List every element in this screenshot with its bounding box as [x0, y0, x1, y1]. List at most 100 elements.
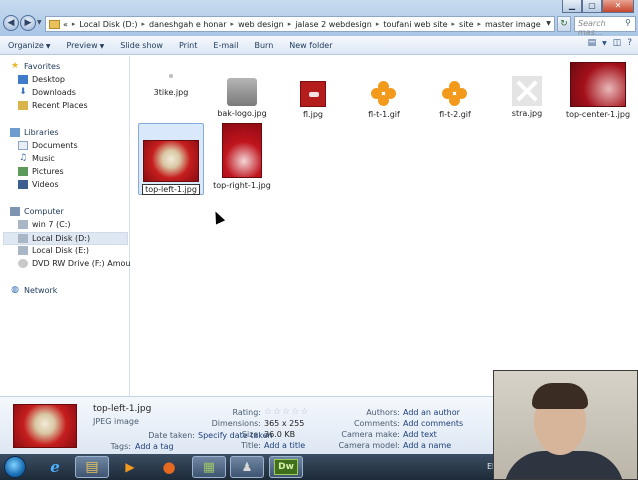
breadcrumb-toufani[interactable]: toufani web site	[383, 20, 447, 29]
star-icon[interactable]: ☆	[300, 407, 308, 417]
breadcrumb-daneshgah[interactable]: daneshgah e honar	[149, 20, 227, 29]
file-thumbnail	[570, 62, 626, 107]
taskbar-windows-explorer[interactable]: ▤	[75, 456, 109, 478]
file-item[interactable]: fl.jpg	[278, 81, 348, 119]
nav-win7-c[interactable]: win 7 (C:)	[18, 220, 71, 229]
drive-icon	[18, 234, 28, 243]
taskbar-app[interactable]: ♟	[230, 456, 264, 478]
tags-label: Tags:	[110, 442, 131, 451]
breadcrumb-jalase[interactable]: jalase 2 webdesign	[295, 20, 372, 29]
file-item[interactable]: bak-logo.jpg	[207, 78, 277, 118]
authors-value[interactable]: Add an author	[403, 408, 460, 417]
folder-icon	[49, 19, 60, 29]
nav-label: win 7 (C:)	[32, 220, 71, 229]
nav-videos[interactable]: Videos	[18, 180, 59, 189]
nav-documents[interactable]: Documents	[18, 141, 78, 150]
file-item-selected[interactable]: top-left-1.jpg	[138, 123, 204, 195]
file-thumbnail	[143, 140, 199, 182]
nav-pictures[interactable]: Pictures	[18, 167, 64, 176]
breadcrumb-overflow[interactable]: «	[63, 20, 68, 29]
start-button[interactable]	[4, 456, 26, 478]
star-icon[interactable]: ☆	[282, 407, 290, 417]
search-icon[interactable]: ⚲	[625, 18, 631, 27]
nav-label: Recent Places	[32, 101, 88, 110]
file-item[interactable]: top-center-1.jpg	[563, 62, 633, 119]
rating-label: Rating:	[232, 408, 262, 417]
breadcrumb-local-disk-d[interactable]: Local Disk (D:)	[79, 20, 137, 29]
breadcrumb-site[interactable]: site	[459, 20, 473, 29]
forward-button[interactable]: ▶	[20, 15, 36, 31]
nav-music[interactable]: ♫ Music	[18, 154, 55, 164]
nav-label: Libraries	[24, 128, 59, 137]
camera-make-label: Camera make:	[341, 430, 400, 439]
breadcrumb-web-design[interactable]: web design	[238, 20, 284, 29]
minimize-button[interactable]: ▁	[562, 0, 582, 13]
nav-local-disk-e[interactable]: Local Disk (E:)	[18, 246, 89, 255]
address-dropdown-icon[interactable]: ▼	[543, 17, 554, 31]
file-item[interactable]: fl-t-2.gif	[420, 81, 490, 119]
nav-recent-places[interactable]: Recent Places	[18, 101, 88, 110]
taskbar-media-player[interactable]: ▶	[113, 456, 147, 478]
taskbar-dreamweaver[interactable]: Dw	[269, 456, 303, 478]
nav-dvd-drive[interactable]: DVD RW Drive (F:) Amouzesh	[18, 259, 149, 268]
view-options-chevron-icon[interactable]: ▼	[602, 38, 607, 50]
close-button[interactable]: ✕	[602, 0, 634, 13]
taskbar-firefox[interactable]: ●	[152, 456, 186, 478]
maximize-button[interactable]: ▢	[582, 0, 602, 13]
organize-button[interactable]: Organize ▼	[0, 41, 58, 50]
details-thumbnail	[13, 404, 77, 448]
camera-make-value[interactable]: Add text	[403, 430, 437, 439]
nav-downloads[interactable]: ⬇ Downloads	[18, 87, 76, 98]
recent-pages-icon[interactable]: ▼	[37, 19, 42, 26]
nav-libraries[interactable]: Libraries	[10, 128, 59, 137]
nav-label: Local Disk (E:)	[32, 246, 89, 255]
nav-label: Computer	[24, 207, 64, 216]
preview-button[interactable]: Preview ▼	[58, 41, 112, 50]
tags-value[interactable]: Add a tag	[135, 442, 174, 451]
dreamweaver-icon: Dw	[274, 459, 298, 475]
documents-icon	[18, 141, 28, 150]
file-item[interactable]: fl-t-1.gif	[349, 81, 419, 119]
address-bar[interactable]: « ▸ Local Disk (D:) ▸ daneshgah e honar …	[45, 16, 555, 32]
file-item[interactable]: top-right-1.jpg	[207, 123, 277, 190]
navigation-pane: ★ Favorites Desktop ⬇ Downloads Recent Pla…	[0, 56, 149, 396]
rename-input[interactable]: top-left-1.jpg	[142, 184, 200, 195]
rating-stars[interactable]: ☆ ☆ ☆ ☆ ☆	[264, 407, 308, 417]
back-button[interactable]: ◀	[3, 15, 19, 31]
camera-model-label: Camera model:	[338, 441, 400, 450]
star-icon[interactable]: ☆	[291, 407, 299, 417]
slideshow-button[interactable]: Slide show	[112, 41, 171, 50]
star-icon[interactable]: ☆	[273, 407, 281, 417]
email-button[interactable]: E-mail	[205, 41, 246, 50]
nav-desktop[interactable]: Desktop	[18, 75, 65, 84]
nav-computer[interactable]: Computer	[10, 207, 64, 216]
taskbar-internet-explorer[interactable]: e	[38, 456, 72, 478]
title-value[interactable]: Add a title	[264, 441, 305, 450]
refresh-button[interactable]: ↻	[557, 16, 571, 32]
nav-label: Favorites	[24, 62, 61, 71]
folder-icon: ▤	[85, 459, 99, 475]
print-button[interactable]: Print	[171, 41, 205, 50]
nav-local-disk-d[interactable]: Local Disk (D:)	[3, 232, 128, 245]
recent-places-icon	[18, 101, 28, 110]
comments-value[interactable]: Add comments	[403, 419, 463, 428]
help-icon[interactable]: ?	[627, 38, 632, 50]
date-taken-value[interactable]: Specify date taken	[198, 431, 273, 440]
flower-icon	[442, 81, 468, 107]
breadcrumb-master-image[interactable]: master image	[485, 20, 541, 29]
file-item[interactable]: stra.jpg	[492, 76, 562, 118]
nav-label: Music	[32, 154, 55, 163]
burn-button[interactable]: Burn	[246, 41, 281, 50]
nav-network[interactable]: ◍ Network	[10, 286, 57, 296]
file-name: fl-t-2.gif	[439, 110, 471, 119]
new-folder-button[interactable]: New folder	[281, 41, 340, 50]
command-bar: Organize ▼ Preview ▼ Slide show Print E-ma…	[0, 36, 638, 55]
star-icon[interactable]: ☆	[264, 407, 272, 417]
preview-pane-icon[interactable]: ◫	[613, 38, 622, 50]
change-view-icon[interactable]: ▤	[588, 38, 597, 50]
taskbar-app[interactable]: ▦	[192, 456, 226, 478]
downloads-icon: ⬇	[19, 87, 27, 97]
nav-favorites[interactable]: ★ Favorites	[10, 62, 61, 72]
file-item[interactable]: 3tike.jpg	[136, 74, 206, 97]
camera-model-value[interactable]: Add a name	[403, 441, 451, 450]
